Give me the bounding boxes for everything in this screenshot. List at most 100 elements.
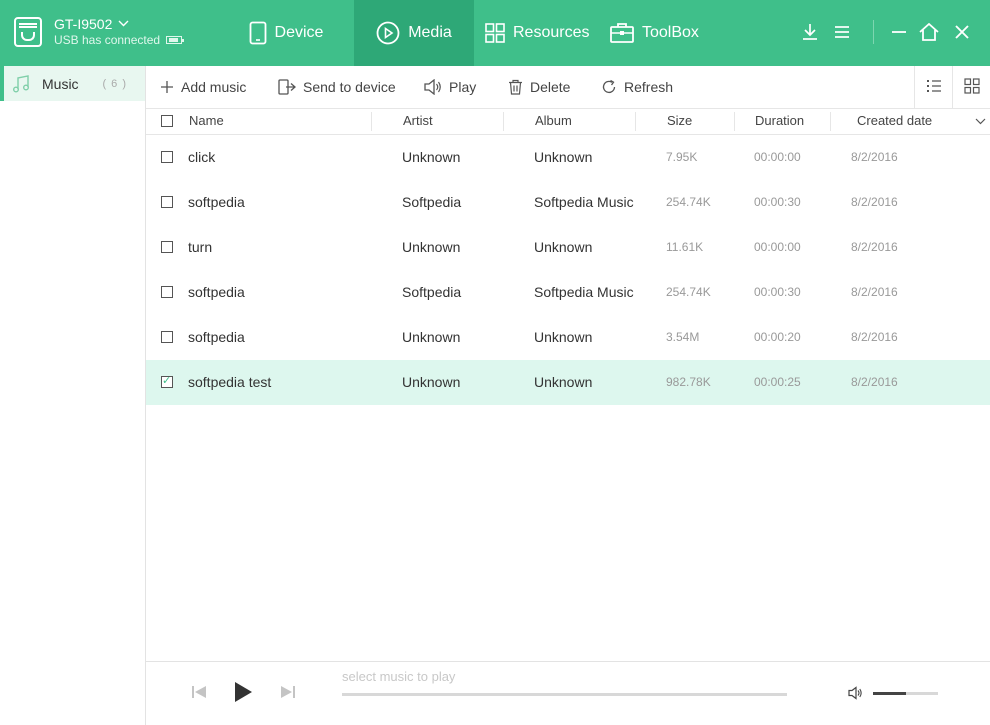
cell-name: softpedia	[188, 194, 245, 210]
download-icon[interactable]	[798, 20, 822, 44]
row-checkbox[interactable]	[161, 151, 173, 163]
tab-device[interactable]: Device	[238, 0, 334, 66]
cell-size: 254.74K	[666, 285, 711, 299]
now-playing-text: select music to play	[342, 669, 456, 684]
cell-name: turn	[188, 239, 213, 255]
cell-duration: 00:00:30	[754, 195, 801, 209]
column-header-duration[interactable]: Duration	[755, 109, 804, 134]
cell-size: 11.61K	[666, 240, 704, 254]
toolbar: Add music Send to device Play Delete Ref…	[146, 66, 990, 109]
skip-forward-icon	[280, 684, 296, 703]
next-track-button[interactable]	[279, 684, 297, 702]
play-button[interactable]: Play	[424, 66, 476, 108]
cell-size: 982.78K	[666, 375, 711, 389]
device-name: GT-I9502	[54, 16, 182, 32]
table-header: Name Artist Album Size Duration Created …	[146, 109, 990, 135]
cell-duration: 00:00:30	[754, 285, 801, 299]
play-icon	[233, 681, 253, 706]
add-music-button[interactable]: Add music	[160, 66, 246, 108]
column-header-size[interactable]: Size	[667, 109, 692, 134]
tab-toolbox[interactable]: ToolBox	[610, 0, 699, 66]
table-row[interactable]: softpedia Unknown Unknown 3.54M 00:00:20 8/2/…	[146, 315, 990, 360]
cell-album: Softpedia Music	[534, 194, 634, 210]
table-row[interactable]: softpedia test Unknown Unknown 982.78K 00:00…	[146, 360, 990, 405]
chevron-down-icon[interactable]	[118, 16, 129, 32]
volume-level	[873, 692, 906, 695]
volume-slider[interactable]	[873, 692, 938, 695]
cell-created-date: 8/2/2016	[851, 240, 898, 254]
top-bar: GT-I9502 USB has connected Device Media …	[0, 0, 990, 66]
player-bar: select music to play	[146, 661, 990, 725]
row-checkbox[interactable]	[161, 196, 173, 208]
skip-back-icon	[191, 684, 207, 703]
cell-created-date: 8/2/2016	[851, 375, 898, 389]
cell-artist: Unknown	[402, 149, 461, 165]
toolbox-icon	[610, 22, 634, 44]
column-header-artist[interactable]: Artist	[403, 109, 433, 134]
cell-name: softpedia	[188, 329, 245, 345]
cell-created-date: 8/2/2016	[851, 195, 898, 209]
delete-button[interactable]: Delete	[508, 66, 570, 108]
sidebar: Music ( 6 )	[0, 66, 146, 725]
row-checkbox[interactable]	[161, 374, 173, 388]
device-selector[interactable]: GT-I9502 USB has connected	[14, 16, 185, 48]
minimize-icon[interactable]	[887, 20, 911, 44]
play-circle-icon	[376, 21, 400, 45]
cell-duration: 00:00:25	[754, 375, 801, 389]
refresh-button[interactable]: Refresh	[601, 66, 673, 108]
sidebar-item-label: Music	[42, 75, 79, 92]
cell-album: Unknown	[534, 149, 593, 165]
cell-artist: Unknown	[402, 239, 461, 255]
cell-size: 3.54M	[666, 330, 700, 344]
tab-media[interactable]: Media	[354, 0, 474, 66]
list-view-icon	[926, 79, 942, 96]
grid-icon	[485, 23, 505, 43]
battery-icon	[166, 36, 185, 44]
cell-created-date: 8/2/2016	[851, 285, 898, 299]
column-header-created-date[interactable]: Created date	[857, 109, 932, 134]
progress-bar[interactable]	[342, 693, 787, 696]
cell-created-date: 8/2/2016	[851, 330, 898, 344]
cell-album: Unknown	[534, 329, 593, 345]
cell-duration: 00:00:20	[754, 330, 801, 344]
column-header-album[interactable]: Album	[535, 109, 572, 134]
cell-artist: Softpedia	[402, 284, 462, 300]
table-row[interactable]: turn Unknown Unknown 11.61K 00:00:00 8/2/2016	[146, 225, 990, 270]
row-checkbox[interactable]	[161, 286, 173, 298]
volume-icon[interactable]	[847, 685, 863, 701]
play-pause-button[interactable]	[232, 681, 254, 705]
cell-name: softpedia	[188, 284, 245, 300]
music-note-icon	[12, 74, 30, 93]
cell-album: Unknown	[534, 374, 593, 390]
list-view-button[interactable]	[914, 66, 952, 108]
cell-artist: Unknown	[402, 329, 461, 345]
titlebar-divider	[873, 20, 874, 44]
table-row[interactable]: softpedia Softpedia Softpedia Music 254.74K…	[146, 270, 990, 315]
cell-artist: Unknown	[402, 374, 461, 390]
row-checkbox[interactable]	[161, 241, 173, 253]
send-to-device-button[interactable]: Send to device	[278, 66, 396, 108]
cell-created-date: 8/2/2016	[851, 150, 898, 164]
home-icon[interactable]	[917, 20, 941, 44]
column-header-name[interactable]: Name	[189, 109, 224, 134]
plus-icon	[160, 80, 174, 94]
cell-name: click	[188, 149, 216, 165]
menu-icon[interactable]	[830, 20, 854, 44]
cell-album: Softpedia Music	[534, 284, 634, 300]
select-all-checkbox[interactable]	[161, 115, 173, 127]
device-logo-icon	[14, 17, 42, 47]
tab-resources[interactable]: Resources	[485, 0, 589, 66]
table-row[interactable]: click Unknown Unknown 7.95K 00:00:00 8/2/2016	[146, 135, 990, 180]
previous-track-button[interactable]	[190, 684, 208, 702]
sidebar-item-count: ( 6 )	[102, 77, 127, 90]
table-row[interactable]: softpedia Softpedia Softpedia Music 254.74K…	[146, 180, 990, 225]
trash-icon	[508, 79, 523, 95]
cell-size: 7.95K	[666, 150, 698, 164]
grid-view-button[interactable]	[952, 66, 990, 108]
row-checkbox[interactable]	[161, 331, 173, 343]
sidebar-item-music[interactable]: Music ( 6 )	[0, 66, 145, 101]
close-icon[interactable]	[950, 20, 974, 44]
send-to-device-icon	[278, 79, 296, 95]
device-status: USB has connected	[54, 32, 185, 48]
grid-view-icon	[963, 77, 980, 97]
